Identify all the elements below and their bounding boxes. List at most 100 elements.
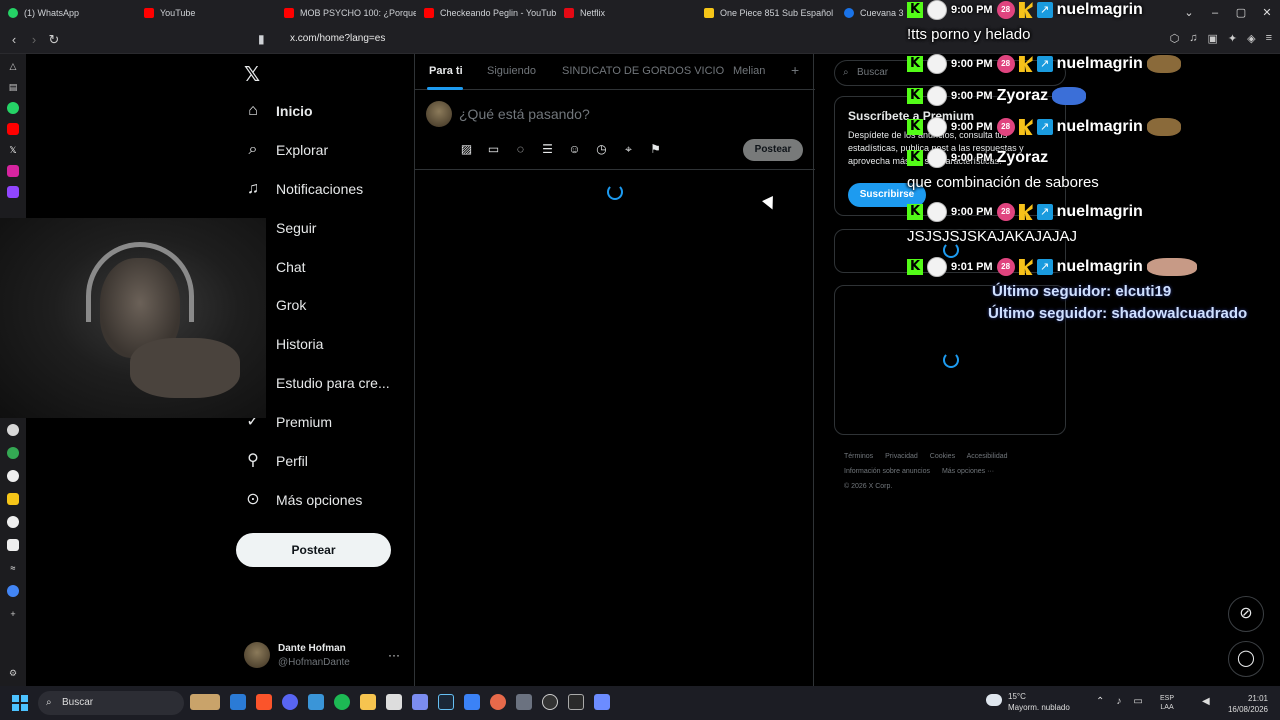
forward-icon[interactable]: ›	[24, 32, 44, 47]
location-icon[interactable]: ⌖	[621, 142, 636, 157]
url-field[interactable]: x.com/home?lang=es	[290, 33, 385, 44]
chat-message: K 9:00 PM Zyoraz	[907, 147, 1048, 169]
browser-tab[interactable]: MOB PSYCHO 100: ¿Porque s...	[276, 0, 416, 26]
chat-username: Zyoraz	[996, 87, 1049, 104]
leo-icon[interactable]: △	[7, 60, 19, 72]
footer-link[interactable]: Más opciones ···	[942, 468, 994, 475]
store-icon[interactable]	[230, 694, 246, 710]
x-icon[interactable]: 𝕏	[7, 144, 19, 156]
add-tab-icon[interactable]: +	[791, 62, 799, 78]
x-logo-icon[interactable]: 𝕏	[244, 62, 260, 87]
avatar	[244, 642, 270, 668]
tab-para-ti[interactable]: Para ti	[429, 65, 463, 77]
folder-icon[interactable]	[360, 694, 376, 710]
sidebar-item-notificaciones[interactable]: ♫ Notificaciones	[244, 177, 363, 201]
brave-icon[interactable]	[256, 694, 272, 710]
app-icon[interactable]: ≈	[7, 562, 19, 574]
sidebar-item-label: Perfil	[276, 453, 308, 469]
kick-gold-badge-icon	[1018, 2, 1033, 18]
compose-post-button[interactable]: Postear	[743, 139, 803, 161]
image-icon[interactable]: ▨	[459, 142, 474, 157]
footer-link[interactable]: Accesibilidad	[967, 453, 1008, 460]
reading-list-icon[interactable]: ▤	[7, 81, 19, 93]
footer-links: Términos Privacidad Cookies Accesibilida…	[844, 449, 1064, 494]
game-icon[interactable]	[412, 694, 428, 710]
app-icon[interactable]	[7, 516, 19, 528]
sidebar-item-label: Inicio	[276, 103, 313, 119]
footer-link[interactable]: Términos	[844, 453, 873, 460]
grok-icon[interactable]: ◌	[513, 142, 528, 157]
app-icon[interactable]	[7, 585, 19, 597]
browser-tab[interactable]: Netflix	[556, 0, 696, 26]
gif-icon[interactable]: ▭	[486, 142, 501, 157]
browser-tab[interactable]: YouTube	[136, 0, 276, 26]
post-button[interactable]: Postear	[236, 533, 391, 567]
emoji-icon[interactable]: ☺	[567, 142, 582, 157]
tab-melian[interactable]: Melian	[733, 65, 765, 77]
discord-icon[interactable]	[282, 694, 298, 710]
instagram-icon[interactable]	[7, 165, 19, 177]
app-icon[interactable]	[594, 694, 610, 710]
footer-link[interactable]: Cookies	[930, 453, 955, 460]
compose-input[interactable]: ¿Qué está pasando?	[459, 106, 590, 122]
gear-icon[interactable]: ⚙	[7, 667, 19, 679]
add-icon[interactable]: +	[7, 608, 19, 620]
app-icon[interactable]	[464, 694, 480, 710]
app-icon[interactable]	[386, 694, 402, 710]
language-indicator[interactable]: ESP LAA	[1160, 694, 1174, 712]
steam-icon[interactable]	[438, 694, 454, 710]
sidebar-item-mas-opciones[interactable]: ⊙ Más opciones	[244, 488, 362, 512]
chevron-up-icon[interactable]: ⌃	[1096, 696, 1104, 707]
windows-start-icon[interactable]	[12, 695, 28, 711]
taskbar-search[interactable]: ⌕ Buscar	[38, 691, 184, 715]
sub-badge-icon: 28	[996, 203, 1015, 221]
ai-icon[interactable]	[7, 424, 19, 436]
widget-icon[interactable]	[190, 694, 220, 710]
back-icon[interactable]: ‹	[4, 32, 24, 47]
footer-link[interactable]: Privacidad	[885, 453, 918, 460]
app-icon[interactable]	[7, 539, 19, 551]
clock[interactable]: 21:01 16/08/2026	[1222, 693, 1268, 715]
whatsapp-icon[interactable]	[7, 102, 19, 114]
footer-link[interactable]: Información sobre anuncios	[844, 468, 930, 475]
tab-siguiendo[interactable]: Siguiendo	[487, 65, 536, 77]
app-icon[interactable]	[7, 493, 19, 505]
epic-icon[interactable]	[568, 694, 584, 710]
microphone-icon[interactable]: ♪	[1116, 696, 1121, 707]
maps-icon[interactable]	[7, 447, 19, 459]
twitch-icon[interactable]	[7, 186, 19, 198]
kick-badge-icon: K	[907, 150, 923, 166]
display-icon[interactable]: ▭	[1133, 696, 1142, 707]
flag-icon[interactable]: ⚑	[648, 142, 663, 157]
browser-tab[interactable]: Checkeando Peglin - YouTube	[416, 0, 556, 26]
app-icon[interactable]	[7, 470, 19, 482]
sidebar-item-inicio[interactable]: ⌂ Inicio	[244, 99, 313, 123]
poll-icon[interactable]: ☰	[540, 142, 555, 157]
sidebar-item-perfil[interactable]: ⚲ Perfil	[244, 449, 308, 473]
bookmark-icon[interactable]: ▮	[258, 32, 265, 46]
browser-tab[interactable]: One Piece 851 Sub Español O...	[696, 0, 836, 26]
schedule-icon[interactable]: ◷	[594, 142, 609, 157]
reload-icon[interactable]: ↻	[44, 32, 64, 48]
onepiece-icon	[704, 8, 714, 18]
chat-message-text: que combinación de sabores	[907, 174, 1099, 191]
account-switcher[interactable]: Dante Hofman @HofmanDante ···	[244, 642, 400, 668]
search-icon: ⌕	[248, 141, 258, 158]
youtube-icon[interactable]	[7, 123, 19, 135]
browser-tab[interactable]: Cuevana 3 -	[836, 0, 906, 26]
chat-time: 9:00 PM	[951, 4, 993, 16]
app-icon[interactable]	[516, 694, 532, 710]
more-options-icon[interactable]: ···	[388, 648, 400, 662]
obs-icon[interactable]	[542, 694, 558, 710]
browser-tab[interactable]: (1) WhatsApp	[0, 0, 136, 26]
messages-icon[interactable]: ◯	[1228, 641, 1264, 677]
tab-sindicato[interactable]: SINDICATO DE GORDOS VICIO	[562, 65, 724, 77]
grok-icon[interactable]: ⊘	[1228, 596, 1264, 632]
mail-icon[interactable]	[308, 694, 324, 710]
sidebar-item-explorar[interactable]: ⌕ Explorar	[244, 138, 329, 162]
sidebar-item-label: Premium	[276, 414, 333, 430]
spotify-icon[interactable]	[334, 694, 350, 710]
app-icon[interactable]	[490, 694, 506, 710]
weather-widget[interactable]: 15°C Mayorm. nublado	[986, 691, 1070, 713]
speaker-icon[interactable]: ◀	[1202, 696, 1210, 707]
